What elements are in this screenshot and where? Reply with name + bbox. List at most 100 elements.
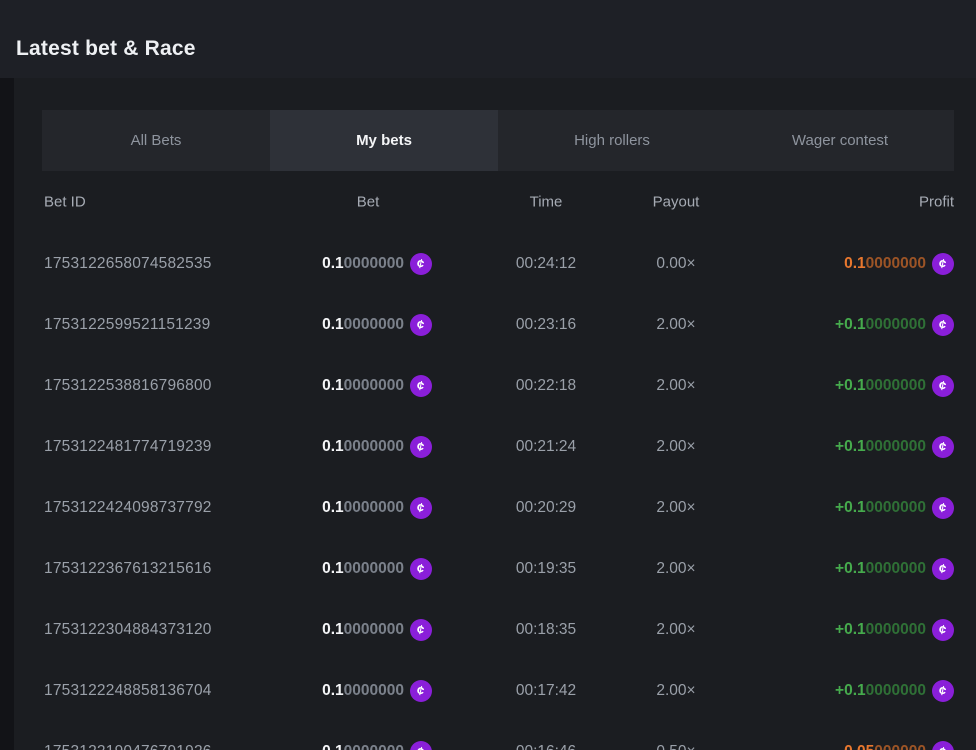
bet-amount: 0.10000000¢ [322, 680, 432, 702]
profit-amount-zeros: 0000000 [866, 255, 926, 272]
cent-symbol: ¢ [938, 256, 948, 270]
profit-amount-main: +0.1 [835, 499, 866, 516]
bet-payout-value: 2.00× [656, 377, 695, 395]
bet-time-value: 00:16:46 [516, 743, 576, 750]
bet-time-value: 00:17:42 [516, 682, 576, 700]
column-header-bet-id: Bet ID [44, 194, 86, 211]
cent-coin-icon: ¢ [932, 680, 954, 702]
bet-id-value: 1753122599521151239 [44, 316, 210, 334]
column-header-bet: Bet [357, 194, 380, 211]
bet-amount-zeros: 0000000 [344, 316, 404, 333]
table-row[interactable]: 1753122248858136704 0.10000000¢ 00:17:42… [42, 660, 954, 721]
bet-amount-main: 0.1 [322, 316, 344, 333]
cent-symbol: ¢ [938, 500, 948, 514]
table-row[interactable]: 1753122658074582535 0.10000000¢ 00:24:12… [42, 233, 954, 294]
bet-amount: 0.10000000 ¢ [322, 436, 432, 458]
profit-amount-zeros: 0000000 [866, 377, 926, 394]
bet-amount-zeros: 0000000 [344, 743, 404, 750]
cent-coin-icon: ¢ [932, 619, 954, 641]
bet-profit: +0.10000000¢ [835, 375, 954, 397]
bet-payout-value: 2.00× [656, 499, 695, 517]
profit-amount-zeros: 0000000 [866, 499, 926, 516]
cent-coin-icon: ¢ [410, 741, 432, 750]
table-row[interactable]: 1753122367613215616 0.10000000¢ 00:19:35… [42, 538, 954, 599]
bet-amount: 0.10000000¢ [322, 558, 432, 580]
cent-coin-icon: ¢ [932, 314, 954, 336]
table-row[interactable]: 1753122538816796800 0.10000000¢ 00:22:18… [42, 355, 954, 416]
bet-id-value: 1753122248858136704 [44, 682, 212, 700]
profit-amount-zeros: 0000000 [866, 438, 926, 455]
bet-amount-zeros: 0000000 [344, 682, 404, 699]
bet-profit: +0.10000000¢ [835, 558, 954, 580]
bet-time-value: 00:23:16 [516, 316, 576, 334]
table-row[interactable]: 1753122304884373120 0.10000000 ¢ 00:18:35… [42, 599, 954, 660]
bet-time-value: 00:24:12 [516, 255, 576, 273]
profit-amount-zeros: 000000 [874, 743, 926, 750]
bet-time-value: 00:18:35 [516, 621, 576, 639]
bet-amount-zeros: 0000000 [344, 560, 404, 577]
bet-profit: +0.10000000¢ [835, 436, 954, 458]
bet-profit: +0.10000000¢ [835, 619, 954, 641]
table-row[interactable]: 1753122190476791926 0.10000000 ¢ 00:16:46… [42, 721, 954, 750]
bet-time-value: 00:20:29 [516, 499, 576, 517]
bet-amount-main: 0.1 [322, 438, 344, 455]
cent-symbol: ¢ [938, 622, 948, 636]
bet-amount-main: 0.1 [322, 621, 344, 638]
profit-amount-main: +0.1 [835, 621, 866, 638]
table-row[interactable]: 1753122599521151239 0.10000000 ¢ 00:23:16… [42, 294, 954, 355]
cent-symbol: ¢ [416, 256, 426, 270]
profit-amount-main: +0.1 [835, 682, 866, 699]
bet-id-value: 1753122481774719239 [44, 438, 212, 456]
bet-profit: 0.05000000¢ [844, 741, 954, 750]
bets-tab-bar: All Bets My bets High rollers Wager cont… [42, 110, 954, 171]
bet-amount-zeros: 0000000 [344, 438, 404, 455]
column-header-profit: Profit [919, 194, 954, 211]
table-row[interactable]: 1753122424098737792 0.1 0000000 ¢ 00:20:29… [42, 477, 954, 538]
bet-amount-main: 0.1 [322, 499, 344, 516]
cent-symbol: ¢ [416, 378, 426, 392]
bet-id-value: 1753122538816796800 [44, 377, 212, 395]
bet-time-value: 00:19:35 [516, 560, 576, 578]
bet-payout-value: 0.00× [656, 255, 695, 273]
bet-amount: 0.10000000¢ [322, 375, 432, 397]
bet-payout-value: 2.00× [656, 316, 695, 334]
bet-amount: 0.10000000 ¢ [322, 314, 432, 336]
profit-amount-main: 0.1 [844, 255, 866, 272]
bet-profit: +0.10000000 ¢ [835, 497, 954, 519]
cent-coin-icon: ¢ [932, 375, 954, 397]
column-header-payout: Payout [653, 194, 700, 211]
cent-coin-icon: ¢ [410, 558, 432, 580]
bet-amount-main: 0.1 [322, 255, 344, 272]
bet-amount-zeros: 0000000 [344, 377, 404, 394]
bet-amount: 0.10000000 ¢ [322, 619, 432, 641]
cent-symbol: ¢ [416, 317, 426, 331]
cent-coin-icon: ¢ [932, 436, 954, 458]
cent-symbol: ¢ [416, 622, 426, 636]
bet-payout-value: 0.50× [656, 743, 695, 750]
cent-symbol: ¢ [416, 561, 426, 575]
cent-coin-icon: ¢ [410, 497, 432, 519]
column-header-time: Time [530, 194, 563, 211]
bet-id-value: 1753122190476791926 [44, 743, 212, 750]
bet-id-value: 1753122304884373120 [44, 621, 212, 639]
table-row[interactable]: 1753122481774719239 0.10000000¢ 00:21:24… [42, 416, 954, 477]
cent-symbol: ¢ [416, 439, 426, 453]
bet-amount: 0.10000000 ¢ [322, 253, 432, 275]
bet-id-value: 1753122367613215616 [44, 560, 212, 578]
bet-amount-zeros: 0000000 [344, 621, 404, 638]
cent-symbol: ¢ [938, 317, 948, 331]
bet-amount: 0.10000000 ¢ [322, 741, 432, 750]
profit-amount-main: +0.1 [835, 560, 866, 577]
tab-wager-contest[interactable]: Wager contest [726, 110, 954, 171]
cent-symbol: ¢ [938, 744, 948, 750]
cent-symbol: ¢ [416, 744, 426, 750]
bet-time-value: 00:21:24 [516, 438, 576, 456]
tab-my-bets[interactable]: My bets [270, 110, 498, 171]
bet-id-value: 1753122658074582535 [44, 255, 212, 273]
bet-amount-zeros: 0000000 [344, 255, 404, 272]
bet-amount-main: 0.1 [322, 743, 344, 750]
tab-all-bets[interactable]: All Bets [42, 110, 270, 171]
bet-id-value: 1753122424098737792 [44, 499, 212, 517]
bet-profit: +0.10000000¢ [835, 314, 954, 336]
tab-high-rollers[interactable]: High rollers [498, 110, 726, 171]
